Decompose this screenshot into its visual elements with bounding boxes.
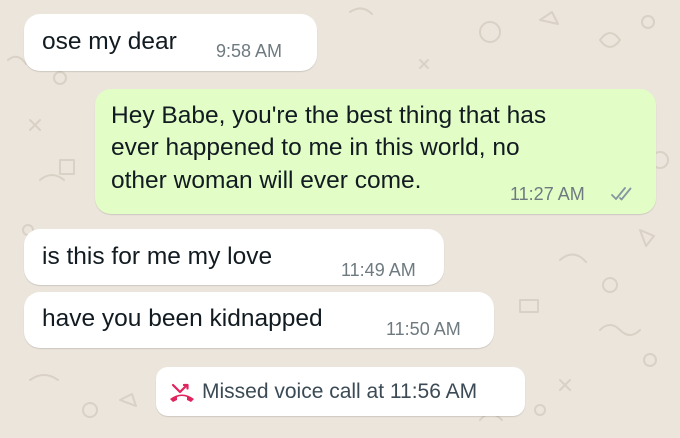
incoming-message-bubble[interactable]: is this for me my love 11:49 AM: [24, 229, 444, 285]
missed-call-icon: [170, 383, 194, 402]
message-text-line: ever happened to me in this world, no: [111, 134, 520, 161]
incoming-message-bubble[interactable]: ose my dear 9:58 AM: [24, 14, 317, 71]
message-time: 11:49 AM: [341, 260, 416, 280]
message-text: ose my dear: [42, 28, 177, 55]
message-time: 11:50 AM: [386, 319, 461, 339]
message-text-line: Hey Babe, you're the best thing that has: [111, 102, 547, 129]
chat-conversation: ose my dear 9:58 AM Hey Babe, you're the…: [0, 0, 680, 438]
incoming-message-bubble[interactable]: have you been kidnapped 11:50 AM: [24, 292, 494, 348]
message-time: 11:27 AM: [510, 184, 585, 204]
outgoing-message-bubble[interactable]: Hey Babe, you're the best thing that has…: [95, 89, 656, 214]
message-time: 9:58 AM: [216, 41, 283, 61]
missed-call-notice[interactable]: Missed voice call at 11:56 AM: [156, 367, 525, 416]
message-text-line: other woman will ever come.: [111, 167, 422, 194]
message-text: have you been kidnapped: [42, 305, 323, 332]
message-text: is this for me my love: [42, 243, 273, 270]
double-check-icon: [611, 187, 632, 201]
missed-call-text: Missed voice call at 11:56 AM: [202, 380, 478, 403]
